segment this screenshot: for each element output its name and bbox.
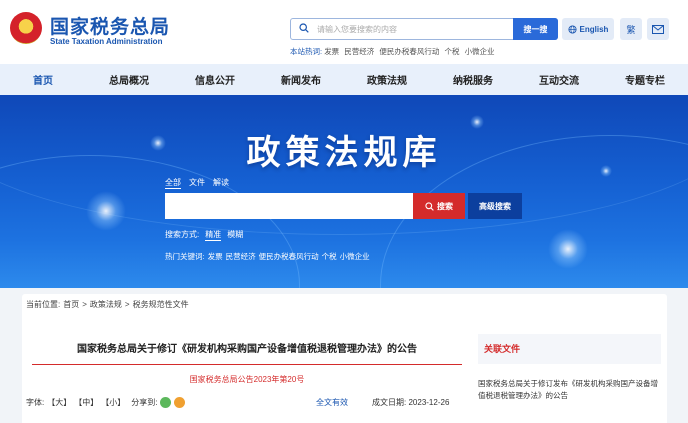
date-value: 2023-12-26 xyxy=(408,398,450,407)
traditional-chinese-button[interactable]: 繁 xyxy=(620,18,642,40)
site-title[interactable]: 国家税务总局 xyxy=(50,12,170,39)
hot-keyword-link[interactable]: 小微企业 xyxy=(340,251,370,262)
wechat-share-icon[interactable] xyxy=(160,397,172,408)
english-button-label: English xyxy=(579,24,609,34)
article-panel: 国家税务总局关于修订《研发机构采购国产设备增值税退税管理办法》的公告 国家税务总… xyxy=(22,314,472,423)
hotword-link[interactable]: 小微企业 xyxy=(465,47,495,56)
scope-tab-documents[interactable]: 文件 xyxy=(189,177,205,189)
policy-search-button[interactable]: 搜索 xyxy=(413,193,465,219)
english-button[interactable]: English xyxy=(562,18,614,40)
nav-item-overview[interactable]: 总局概况 xyxy=(86,72,172,87)
search-icon xyxy=(299,23,309,33)
light-dot xyxy=(86,191,126,231)
advanced-search-button[interactable]: 高级搜索 xyxy=(468,193,522,219)
font-size-small[interactable]: 【小】 xyxy=(101,397,125,408)
related-files-title: 关联文件 xyxy=(484,344,521,354)
national-emblem-icon[interactable]: ★ xyxy=(10,12,42,44)
policy-library-banner: 政策法规库 全部 文件 解读 搜索 高级搜索 搜索方式: 精准 模糊 热门关键词… xyxy=(0,95,688,288)
scope-tab-all[interactable]: 全部 xyxy=(165,177,181,189)
site-header: ★ 国家税务总局 State Taxation Administration 搜… xyxy=(0,0,688,64)
hotword-link[interactable]: 个税 xyxy=(444,47,459,56)
breadcrumb: 当前位置: 首页 > 政策法规 > 税务规范性文件 xyxy=(22,294,667,314)
nav-item-policy[interactable]: 政策法规 xyxy=(344,72,430,87)
globe-icon xyxy=(567,24,577,34)
mail-icon xyxy=(652,24,664,34)
search-mode-fuzzy[interactable]: 模糊 xyxy=(227,229,243,241)
date-label: 成文日期: xyxy=(372,398,407,407)
related-files-header: 关联文件 xyxy=(478,334,661,364)
related-file-link[interactable]: 国家税务总局关于修订发布《研发机构采购国产设备增值税退税管理办法》的公告 xyxy=(478,378,661,402)
nav-item-interaction[interactable]: 互动交流 xyxy=(516,72,602,87)
share-label: 分享到: xyxy=(131,398,158,407)
hotwords-label: 本站热词: xyxy=(290,47,323,56)
hot-keyword-link[interactable]: 便民办税春风行动 xyxy=(259,251,319,262)
search-scope-tabs: 全部 文件 解读 xyxy=(165,177,229,189)
nav-item-topics[interactable]: 专题专栏 xyxy=(602,72,688,87)
nav-item-home[interactable]: 首页 xyxy=(0,72,86,87)
article-title: 国家税务总局关于修订《研发机构采购国产设备增值税退税管理办法》的公告 xyxy=(77,344,417,355)
banner-title: 政策法规库 xyxy=(246,135,442,172)
related-files-panel: 关联文件 国家税务总局关于修订发布《研发机构采购国产设备增值税退税管理办法》的公… xyxy=(472,314,667,423)
font-size-medium[interactable]: 【中】 xyxy=(74,397,98,408)
banner-hot-keywords: 热门关键词: 发票 民营经济 便民办税春风行动 个税 小微企业 xyxy=(165,251,370,262)
breadcrumb-item-home[interactable]: 首页 xyxy=(63,299,79,310)
hot-keywords-label: 热门关键词: xyxy=(165,252,205,261)
top-search-box: 搜一搜 xyxy=(290,18,558,40)
search-icon xyxy=(425,201,434,211)
article-meta: 字体: 【大】 【中】 【小】 分享到: 全文有效 成文日期: 2023-12-… xyxy=(22,394,472,410)
top-search-button[interactable]: 搜一搜 xyxy=(513,18,558,40)
search-mode: 搜索方式: 精准 模糊 xyxy=(165,229,243,241)
mail-button[interactable] xyxy=(647,18,669,40)
document-date: 成文日期: 2023-12-26 xyxy=(372,397,449,408)
breadcrumb-item-policy[interactable]: 政策法规 xyxy=(90,299,122,310)
font-size-label: 字体: xyxy=(26,398,45,407)
hot-keyword-link[interactable]: 个税 xyxy=(322,251,337,262)
hotword-link[interactable]: 民营经济 xyxy=(344,47,374,56)
light-dot xyxy=(548,229,588,269)
breadcrumb-item-normative-docs[interactable]: 税务规范性文件 xyxy=(133,299,189,310)
nav-item-tax-service[interactable]: 纳税服务 xyxy=(430,72,516,87)
site-subtitle: State Taxation Administration xyxy=(50,37,163,46)
hotword-link[interactable]: 发票 xyxy=(324,47,339,56)
breadcrumb-separator: > xyxy=(82,299,87,309)
font-size-large[interactable]: 【大】 xyxy=(47,397,71,408)
document-number: 国家税务总局公告2023年第20号 xyxy=(189,375,305,384)
title-divider xyxy=(32,364,462,365)
hotword-link[interactable]: 便民办税春风行动 xyxy=(379,47,439,56)
policy-search-input[interactable] xyxy=(165,193,415,219)
main-nav: 首页 总局概况 信息公开 新闻发布 政策法规 纳税服务 互动交流 专题专栏 xyxy=(0,64,688,95)
top-search-input[interactable] xyxy=(317,19,507,39)
validity-status: 全文有效 xyxy=(316,398,348,407)
site-hotwords: 本站热词: 发票 民营经济 便民办税春风行动 个税 小微企业 xyxy=(290,46,498,57)
search-mode-exact[interactable]: 精准 xyxy=(205,229,222,241)
breadcrumb-separator: > xyxy=(124,299,130,309)
search-mode-label: 搜索方式: xyxy=(165,230,200,239)
breadcrumb-label: 当前位置: xyxy=(26,299,61,309)
nav-item-info-disclosure[interactable]: 信息公开 xyxy=(172,72,258,87)
scope-tab-interpretation[interactable]: 解读 xyxy=(213,177,229,189)
weibo-share-icon[interactable] xyxy=(174,397,186,408)
nav-item-news[interactable]: 新闻发布 xyxy=(258,72,344,87)
search-button-label: 搜索 xyxy=(437,201,453,211)
hot-keyword-link[interactable]: 发票 xyxy=(208,251,223,262)
hot-keyword-link[interactable]: 民营经济 xyxy=(226,251,256,262)
